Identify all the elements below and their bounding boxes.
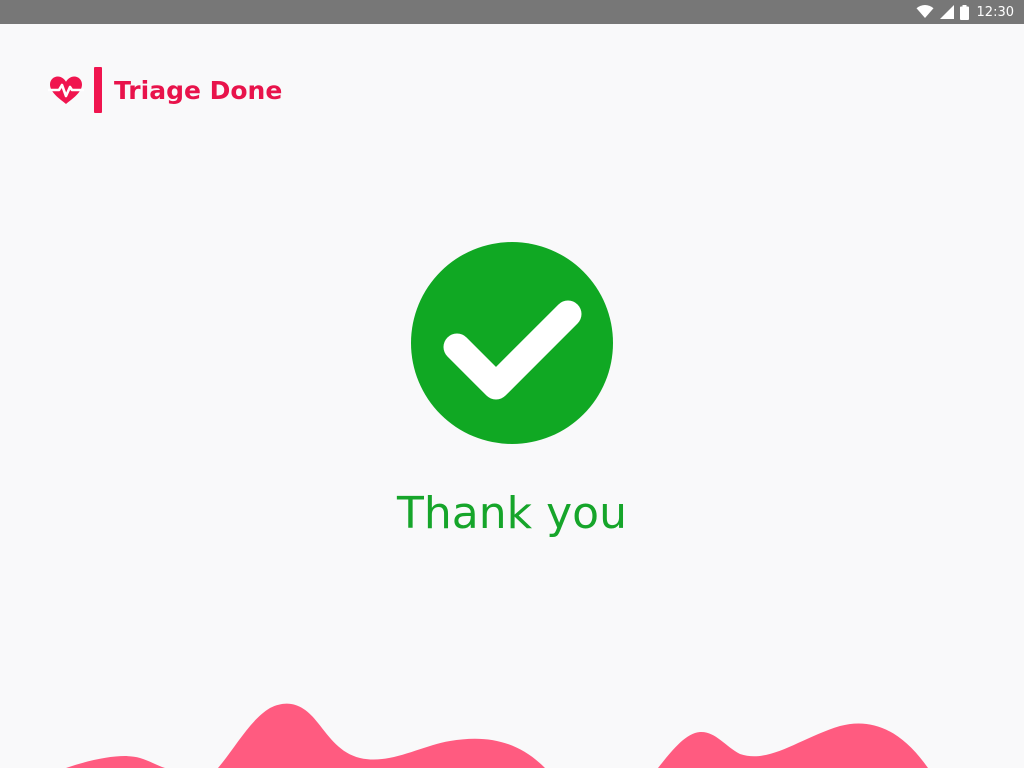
thank-you-message: Thank you xyxy=(397,488,627,539)
logo-divider-bar xyxy=(94,67,102,113)
cell-signal-icon xyxy=(939,5,954,19)
status-bar: 12:30 xyxy=(0,0,1024,24)
heart-pulse-icon xyxy=(48,76,84,104)
app-title: Triage Done xyxy=(114,75,283,105)
status-icons: 12:30 xyxy=(916,3,1014,21)
wave-decoration xyxy=(66,703,928,768)
check-circle-icon xyxy=(411,242,613,444)
status-time: 12:30 xyxy=(976,4,1014,20)
battery-icon xyxy=(959,4,969,20)
app-header: Triage Done xyxy=(48,66,282,114)
wifi-icon xyxy=(916,5,934,18)
